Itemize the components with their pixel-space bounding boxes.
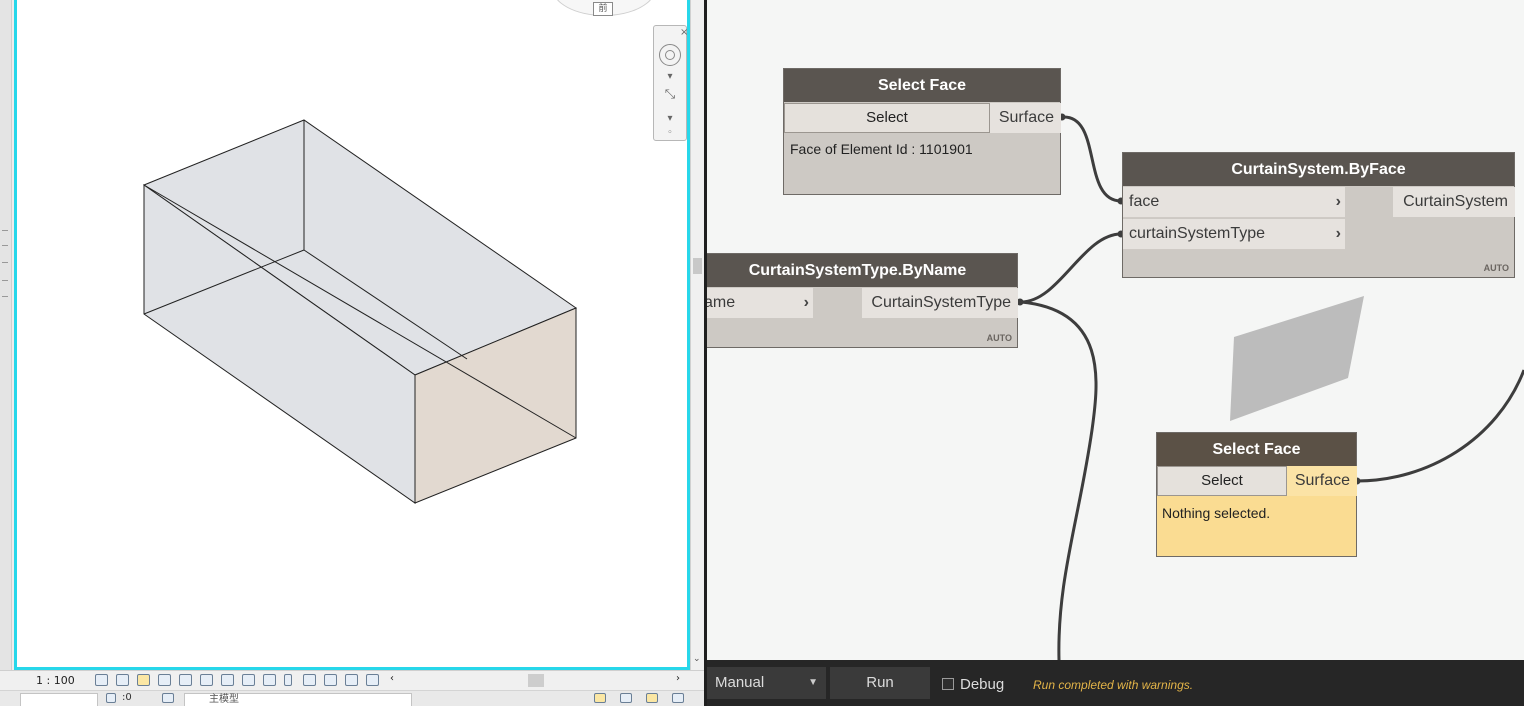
run-button[interactable]: Run	[830, 667, 930, 699]
wire-type-downstream[interactable]	[1020, 300, 1098, 661]
revit-left-panel-edge[interactable]	[0, 0, 12, 670]
status-value: :0	[122, 692, 132, 703]
select-button[interactable]: Select	[784, 103, 990, 133]
chevron-down-icon[interactable]: ▾	[658, 72, 682, 82]
temp-properties-icon[interactable]	[284, 674, 292, 686]
detail-level-icon[interactable]	[95, 674, 108, 686]
viewport-vertical-scrollbar[interactable]: ⌄	[690, 0, 704, 670]
node-title[interactable]: CurtainSystemType.ByName	[707, 254, 1017, 287]
wire-surface-2-out[interactable]	[1356, 369, 1524, 483]
mass-box-model[interactable]	[17, 0, 687, 667]
shadows-icon[interactable]	[158, 674, 171, 686]
design-options-icon[interactable]	[162, 693, 174, 703]
node-title[interactable]: Select Face	[1157, 433, 1356, 466]
curtainsystem-byface-node[interactable]: CurtainSystem.ByFace face › curtainSyste…	[1122, 152, 1515, 278]
navigation-bar[interactable]: × ▾ ⤡ ▾ ◦	[653, 25, 688, 141]
status-dropdown[interactable]	[20, 693, 98, 706]
workset-icon[interactable]	[106, 693, 116, 703]
port-label: face	[1129, 193, 1160, 210]
chevron-down-icon: ▼	[808, 677, 818, 688]
hide-isolate-icon[interactable]	[242, 674, 255, 686]
run-mode-dropdown[interactable]: Manual ▼	[707, 667, 826, 699]
input-port-curtainsystemtype[interactable]: curtainSystemType ›	[1123, 219, 1345, 250]
scroll-left-arrow[interactable]: ‹	[390, 673, 394, 684]
output-port-surface[interactable]: Surface	[1287, 466, 1357, 496]
lacing-indicator[interactable]: AUTO	[987, 333, 1012, 343]
debug-checkbox[interactable]	[942, 678, 954, 690]
wire-type-to-curtainsystemtype[interactable]	[1020, 232, 1122, 304]
chevron-right-icon: ›	[1335, 193, 1341, 210]
revit-window: 前 × ▾ ⤡ ▾ ◦ ⌄ 1 : 100 ‹ ›:0 主模型	[0, 0, 704, 706]
select-underlay-icon[interactable]	[646, 693, 658, 703]
3d-viewport[interactable]	[14, 0, 690, 670]
type-selector-value: 主模型	[209, 694, 239, 705]
port-label: curtainSystemType	[1129, 225, 1266, 242]
input-port-name[interactable]: ame ›	[707, 288, 813, 318]
scroll-down-arrow[interactable]: ⌄	[693, 654, 701, 664]
highlight-displacement-icon[interactable]	[345, 674, 358, 686]
selection-info: Nothing selected.	[1162, 505, 1271, 521]
reveal-hidden-icon[interactable]	[263, 674, 276, 686]
select-links-icon[interactable]	[594, 693, 606, 703]
worksharing-icon[interactable]	[303, 674, 316, 686]
viewcube-face[interactable]: 前	[593, 2, 613, 16]
sun-path-icon[interactable]	[137, 674, 150, 686]
input-port-face[interactable]: face ›	[1123, 187, 1345, 218]
output-port-surface[interactable]: Surface	[990, 103, 1061, 133]
run-mode-value: Manual	[715, 674, 765, 691]
revit-status-bar: :0 主模型	[0, 690, 704, 706]
dynamo-canvas[interactable]: Select Face Select Surface Face of Eleme…	[707, 0, 1524, 706]
type-selector[interactable]: 主模型	[184, 693, 412, 706]
select-by-face-icon[interactable]	[672, 693, 684, 703]
select-button[interactable]: Select	[1157, 466, 1287, 496]
scroll-thumb[interactable]	[693, 258, 702, 274]
view-scale[interactable]: 1 : 100	[36, 674, 75, 687]
scroll-thumb[interactable]	[528, 674, 544, 687]
node-title[interactable]: CurtainSystem.ByFace	[1123, 153, 1514, 186]
crop-view-icon[interactable]	[179, 674, 192, 686]
debug-label: Debug	[960, 676, 1005, 693]
view-control-bar: 1 : 100 ‹ ›	[0, 670, 704, 690]
unlock-view-icon[interactable]	[221, 674, 234, 686]
show-crop-icon[interactable]	[200, 674, 213, 686]
wire-surface-to-face[interactable]	[1063, 115, 1122, 203]
scroll-right-arrow[interactable]: ›	[676, 673, 680, 684]
node-title[interactable]: Select Face	[784, 69, 1060, 102]
select-face-node[interactable]: Select Face Select Surface Face of Eleme…	[783, 68, 1061, 195]
chevron-right-icon: ›	[1335, 225, 1341, 242]
steering-wheel-icon[interactable]	[659, 44, 681, 66]
viewport-horizontal-scrollbar[interactable]: ‹ ›	[388, 673, 688, 688]
run-status-message: Run completed with warnings.	[1033, 678, 1194, 692]
port-label: ame	[707, 294, 736, 311]
curtainsystemtype-byname-node[interactable]: CurtainSystemType.ByName ame › CurtainSy…	[707, 253, 1018, 348]
surface-preview-geometry	[1230, 296, 1364, 421]
chevron-right-icon: ›	[803, 294, 809, 311]
analytical-model-icon[interactable]	[324, 674, 337, 686]
zoom-icon[interactable]: ⤡	[658, 88, 682, 101]
visual-style-icon[interactable]	[116, 674, 129, 686]
close-icon[interactable]: ×	[680, 28, 688, 38]
chevron-down-icon[interactable]: ▾	[658, 114, 682, 124]
select-face-node-warning[interactable]: Select Face Select Surface Nothing selec…	[1156, 432, 1357, 557]
output-port-curtainsystemtype[interactable]: CurtainSystemType	[862, 288, 1018, 318]
lacing-indicator[interactable]: AUTO	[1484, 263, 1509, 273]
select-pinned-icon[interactable]	[620, 693, 632, 703]
constraints-icon[interactable]	[366, 674, 379, 686]
selection-info: Face of Element Id : 1101901	[790, 141, 973, 157]
run-toolbar: Manual ▼ Run Debug Run completed with wa…	[707, 660, 1524, 706]
output-port-curtainsystem[interactable]: CurtainSystem	[1393, 187, 1515, 217]
settings-icon[interactable]: ◦	[658, 128, 682, 138]
